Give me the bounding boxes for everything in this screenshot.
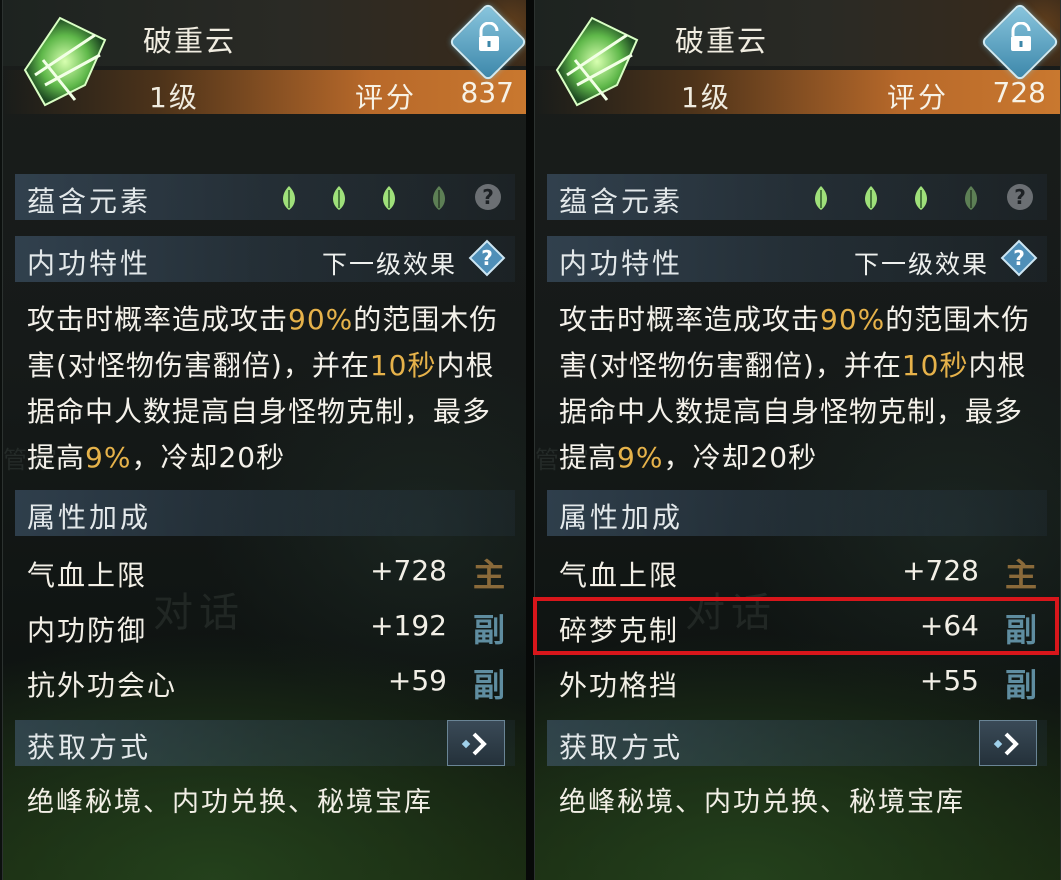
chevron-right-icon (461, 732, 487, 756)
attribute-value: +728 (370, 554, 447, 587)
desc-highlight: 9% (85, 441, 132, 474)
attribute-value: +728 (902, 554, 979, 587)
attributes-label: 属性加成 (27, 501, 152, 534)
trait-section: 内功特性 下一级效果 ? (547, 236, 1047, 282)
chevron-right-icon (993, 732, 1019, 756)
attributes-section: 属性加成 (15, 490, 515, 536)
desc-text: ，冷却20秒 (131, 441, 286, 474)
attribute-name: 气血上限 (559, 559, 680, 592)
skill-name: 破重云 (143, 24, 237, 58)
attributes-section: 属性加成 (547, 490, 1047, 536)
leaf-icon (333, 186, 345, 210)
attribute-row: 外功格挡 +55 副 (547, 656, 1047, 708)
desc-text: 攻击时概率造成攻击 (27, 303, 289, 336)
desc-highlight: 9% (617, 441, 664, 474)
attribute-row: 气血上限 +728 主 (547, 546, 1047, 598)
source-section: 获取方式 (547, 720, 1047, 766)
source-text: 绝峰秘境、内功兑换、秘境宝库 (559, 787, 965, 818)
leaf-icon (815, 186, 827, 210)
question-icon[interactable]: ? (999, 238, 1039, 278)
leaf-icon (865, 186, 877, 210)
attribute-value: +55 (919, 664, 979, 697)
trait-label: 内功特性 (27, 247, 152, 280)
attribute-secondary-tag: 副 (472, 666, 505, 704)
attribute-name: 气血上限 (27, 559, 148, 592)
question-icon[interactable]: ? (467, 238, 507, 278)
highlighted-attribute-box (533, 597, 1059, 655)
attribute-row: 气血上限 +728 主 (15, 546, 515, 598)
desc-text: 攻击时概率造成攻击 (559, 303, 821, 336)
unlock-icon (1011, 22, 1031, 51)
score-value: 728 (992, 76, 1046, 109)
leaf-icon (283, 186, 295, 210)
skill-tooltip-panel-right: 对话 管家 破重云 1级 评分 728 蕴含元素 ? 内功特性 下一级效果 ? (534, 0, 1061, 880)
leaf-icon (433, 186, 445, 210)
elements-label: 蕴含元素 (27, 185, 152, 218)
score-label: 评分 (355, 81, 418, 114)
leaf-icon (915, 186, 927, 210)
score-value: 837 (460, 76, 514, 109)
desc-highlight: 90% (820, 303, 886, 336)
svg-text:?: ? (481, 246, 493, 270)
source-label: 获取方式 (27, 731, 152, 764)
skill-description: 攻击时概率造成攻击90%的范围木伤害(对怪物伤害翻倍)，并在10秒内根据命中人数… (559, 297, 1049, 481)
attribute-value: +59 (387, 664, 447, 697)
skill-name: 破重云 (675, 24, 769, 58)
question-icon[interactable]: ? (475, 184, 501, 210)
attribute-row: 内功防御 +192 副 (15, 601, 515, 653)
source-label: 获取方式 (559, 731, 684, 764)
attribute-primary-tag: 主 (472, 556, 505, 594)
trait-label: 内功特性 (559, 247, 684, 280)
svg-text:?: ? (1013, 246, 1025, 270)
elements-label: 蕴含元素 (559, 185, 684, 218)
skill-tooltip-panel-left: 对话 管家 破重云 1级 评分 837 蕴含元素 ? 内功特性 下一级效果 ? … (2, 0, 529, 880)
next-level-label[interactable]: 下一级效果 (854, 245, 989, 281)
attribute-value: +192 (370, 609, 447, 642)
desc-highlight: 10秒 (901, 349, 969, 382)
score-label: 评分 (887, 81, 950, 114)
desc-highlight: 10秒 (369, 349, 437, 382)
green-leaf-skill-icon (555, 16, 639, 107)
desc-highlight: 90% (288, 303, 354, 336)
desc-text: ，冷却20秒 (663, 441, 818, 474)
attribute-secondary-tag: 副 (1004, 666, 1037, 704)
attribute-secondary-tag: 副 (472, 611, 505, 649)
leaf-icon (383, 186, 395, 210)
source-text: 绝峰秘境、内功兑换、秘境宝库 (27, 787, 433, 818)
unlock-icon (479, 22, 499, 51)
skill-description: 攻击时概率造成攻击90%的范围木伤害(对怪物伤害翻倍)，并在10秒内根据命中人数… (27, 297, 517, 481)
panel-divider (526, 0, 534, 880)
attribute-name: 抗外功会心 (27, 669, 178, 702)
source-arrow-button[interactable] (447, 720, 505, 766)
attribute-name: 外功格挡 (559, 669, 680, 702)
skill-level: 1级 (681, 81, 731, 114)
trait-section: 内功特性 下一级效果 ? (15, 236, 515, 282)
attribute-row: 抗外功会心 +59 副 (15, 656, 515, 708)
elements-section: 蕴含元素 ? (15, 174, 515, 220)
elements-section: 蕴含元素 ? (547, 174, 1047, 220)
green-leaf-skill-icon (23, 16, 107, 107)
question-icon[interactable]: ? (1007, 184, 1033, 210)
source-section: 获取方式 (15, 720, 515, 766)
source-arrow-button[interactable] (979, 720, 1037, 766)
attribute-primary-tag: 主 (1004, 556, 1037, 594)
attributes-label: 属性加成 (559, 501, 684, 534)
attribute-name: 内功防御 (27, 614, 148, 647)
next-level-label[interactable]: 下一级效果 (322, 245, 457, 281)
skill-level: 1级 (149, 81, 199, 114)
leaf-icon (965, 186, 977, 210)
